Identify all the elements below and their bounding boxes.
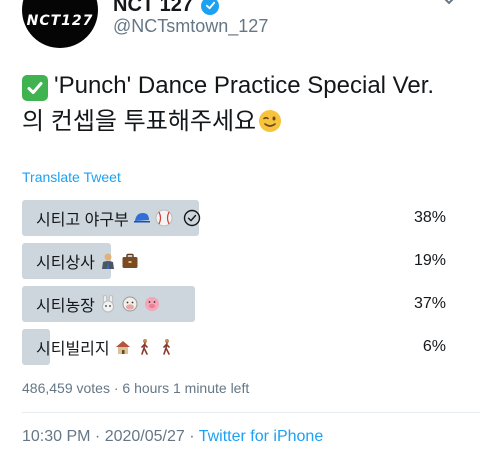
tweet-text: 'Punch' Dance Practice Special Ver. 의 컨셉…	[22, 68, 462, 140]
poll-option-percent: 37%	[413, 295, 446, 312]
poll-option[interactable]: 시티고 야구부 38%	[22, 200, 446, 236]
poll-option-label: 시티상사	[36, 255, 95, 272]
poll-option[interactable]: 시티상사 19%	[22, 243, 446, 279]
poll-option[interactable]: 시티빌리지 6%	[22, 329, 446, 365]
verified-badge-icon	[201, 0, 220, 15]
avatar[interactable]: NCT127	[22, 0, 98, 48]
chevron-down-icon[interactable]	[440, 0, 458, 10]
cow-face-icon	[122, 296, 138, 312]
briefcase-icon	[122, 253, 138, 268]
house-icon	[115, 341, 130, 354]
tweet-line-2-text: 의 컨셉을 투표해주세요	[22, 108, 257, 135]
tweet-line-1: 'Punch' Dance Practice Special Ver.	[22, 68, 462, 104]
poll-option-percent: 38%	[413, 209, 446, 226]
divider	[22, 412, 480, 413]
poll-option-label-row: 시티농장	[36, 286, 161, 322]
translate-tweet-link[interactable]: Translate Tweet	[22, 169, 121, 185]
poll-option-percent: 6%	[422, 338, 446, 355]
tweet-line-1-text: 'Punch' Dance Practice Special Ver.	[54, 72, 435, 99]
baseball-icon	[155, 209, 173, 227]
tweet-date[interactable]: 2020/05/27	[105, 428, 185, 445]
footer-separator: ·	[90, 428, 105, 445]
voted-check-circle-icon	[183, 209, 200, 227]
account-handle[interactable]: @NCTsmtown_127	[113, 16, 268, 37]
poll-option-label-row: 시티상사	[36, 243, 139, 279]
poll-option-label-row: 시티빌리지	[36, 329, 176, 365]
walking-person-icon	[162, 339, 170, 355]
check-mark-button-icon	[22, 75, 48, 101]
rabbit-face-icon	[101, 295, 114, 313]
account-name-row: NCT 127	[113, 0, 220, 17]
tweet-footer: 10:30 PM · 2020/05/27 · Twitter for iPho…	[22, 428, 323, 446]
poll-option-label: 시티농장	[36, 298, 95, 315]
poll-meta: 486,459 votes · 6 hours 1 minute left	[22, 380, 250, 396]
poll-option-percent: 19%	[413, 252, 446, 269]
tweet-line-2: 의 컨셉을 투표해주세요	[22, 104, 462, 140]
winking-face-icon	[259, 110, 282, 132]
footer-separator: ·	[184, 428, 199, 445]
poll-option[interactable]: 시티농장 37%	[22, 286, 446, 322]
walking-person-icon	[140, 339, 148, 355]
poll: 시티고 야구부 38% 시티상사 19% 시티농장 37% 시티빌리지 6%	[22, 200, 446, 372]
tweet-source-link[interactable]: Twitter for iPhone	[199, 428, 324, 445]
businessman-icon	[101, 253, 114, 269]
display-name[interactable]: NCT 127	[113, 0, 193, 17]
poll-option-label: 시티고 야구부	[36, 212, 129, 229]
avatar-logo-text: NCT127	[26, 13, 94, 29]
poll-option-label: 시티빌리지	[36, 341, 110, 358]
tweet-time[interactable]: 10:30 PM	[22, 428, 90, 445]
poll-option-label-row: 시티고 야구부	[36, 200, 201, 236]
pig-face-icon	[144, 297, 159, 311]
blue-cap-icon	[133, 213, 150, 223]
